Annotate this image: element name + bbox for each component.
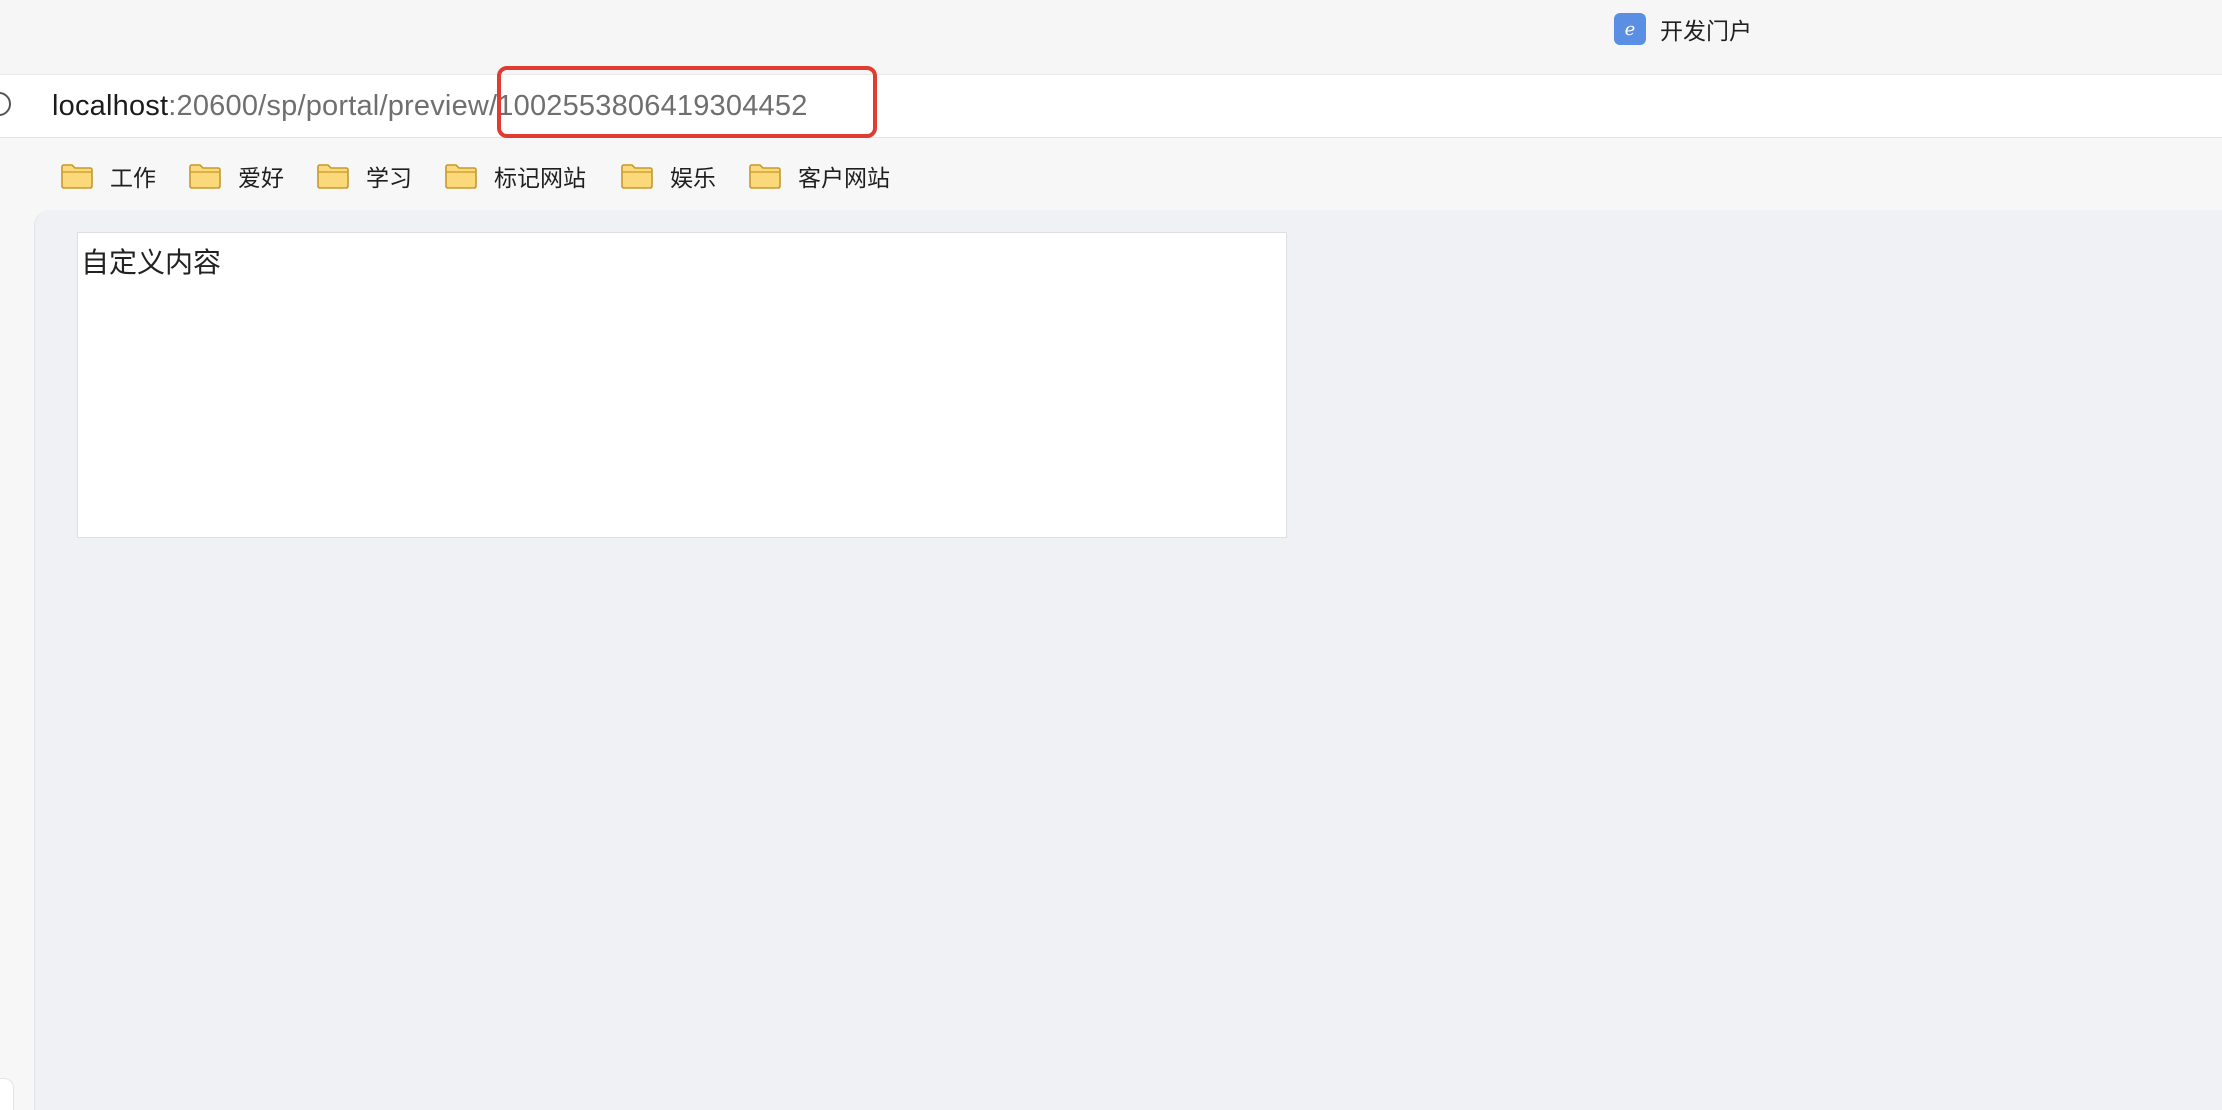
bookmark-label: 标记网站 <box>494 166 586 192</box>
bookmark-label: 爱好 <box>238 166 284 192</box>
tab-dev-portal[interactable]: e 开发门户 <box>1614 12 1752 46</box>
browser-window: e 开发门户 localhost:20600/sp/portal/preview… <box>0 0 2222 1110</box>
folder-icon <box>189 164 221 189</box>
url-path: :20600/sp/portal/preview/100255380641930… <box>168 90 808 122</box>
address-bar[interactable]: localhost:20600/sp/portal/preview/100255… <box>0 74 2222 138</box>
bookmark-label: 娱乐 <box>670 166 716 192</box>
info-icon[interactable] <box>0 91 12 117</box>
tab-bar: e 开发门户 <box>0 0 2222 74</box>
folder-icon <box>621 164 653 189</box>
e-logo-icon: e <box>1614 13 1646 45</box>
svg-text:e: e <box>1625 19 1636 40</box>
bookmark-label: 学习 <box>366 166 412 192</box>
page-content: 自定义内容 <box>34 210 2222 1110</box>
folder-icon <box>749 164 781 189</box>
url-text[interactable]: localhost:20600/sp/portal/preview/100255… <box>52 89 808 123</box>
bookmark-folder-study[interactable]: 学习 <box>316 158 412 194</box>
bookmark-folder-work[interactable]: 工作 <box>60 158 156 194</box>
folder-icon <box>445 164 477 189</box>
bookmark-folder-client-sites[interactable]: 客户网站 <box>748 158 890 194</box>
folder-icon <box>61 164 93 189</box>
tab-title: 开发门户 <box>1660 19 1752 45</box>
bookmark-label: 工作 <box>110 166 156 192</box>
bookmark-folder-hobby[interactable]: 爱好 <box>188 158 284 194</box>
custom-content-card: 自定义内容 <box>77 232 1287 538</box>
bookmarks-bar: 工作 爱好 学习 标记网站 娱乐 客户网站 <box>0 140 2222 210</box>
bookmark-label: 客户网站 <box>798 166 890 192</box>
bookmark-folder-entertainment[interactable]: 娱乐 <box>620 158 716 194</box>
url-host: localhost <box>52 90 169 122</box>
custom-content-text: 自定义内容 <box>81 246 222 279</box>
bookmark-folder-marked-sites[interactable]: 标记网站 <box>444 158 586 194</box>
window-corner <box>0 1078 14 1110</box>
folder-icon <box>317 164 349 189</box>
